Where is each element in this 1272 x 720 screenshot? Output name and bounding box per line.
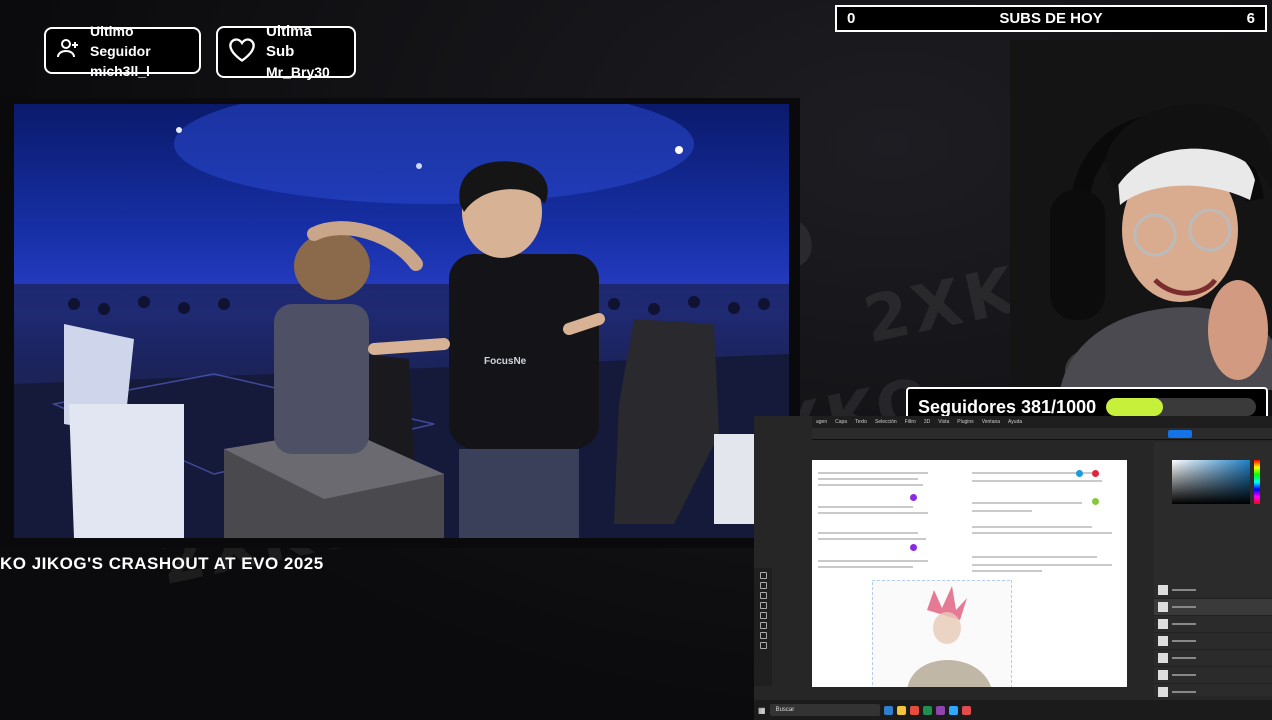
file-explorer-icon[interactable] bbox=[896, 705, 906, 715]
last-follower-name: mich3ll_l bbox=[90, 62, 150, 79]
share-button[interactable] bbox=[1168, 430, 1192, 438]
app-icon[interactable] bbox=[961, 705, 971, 715]
photoshop-menu-item[interactable]: Capa bbox=[835, 419, 847, 425]
photoshop-menu-item[interactable]: 3D bbox=[924, 419, 930, 425]
video-frame: FocusNe bbox=[0, 98, 800, 548]
main-video: FocusNe bbox=[14, 104, 789, 538]
button-indicator-icon bbox=[1076, 470, 1083, 477]
last-follower-label: Ultimo Seguidor bbox=[90, 22, 151, 59]
windows-taskbar: ▦ Buscar bbox=[754, 700, 1272, 720]
hue-slider[interactable] bbox=[1254, 460, 1260, 504]
last-sub-panel: Ultima Sub Mr_Bry30 bbox=[216, 23, 356, 80]
layer-row[interactable] bbox=[1154, 582, 1272, 599]
heart-icon bbox=[228, 37, 256, 68]
photoshop-menu-item[interactable]: Filtro bbox=[905, 419, 916, 425]
app-icon[interactable] bbox=[909, 705, 919, 715]
desktop-capture: agen Capa Texto Selección Filtro 3D Vista Plugi… bbox=[754, 416, 1272, 720]
photoshop-menu-item[interactable]: Ventana bbox=[982, 419, 1000, 425]
taskbar-search[interactable]: Buscar bbox=[769, 704, 880, 716]
photoshop-menu-item[interactable]: Texto bbox=[855, 419, 867, 425]
last-sub-name: Mr_Bry30 bbox=[266, 64, 330, 80]
webcam-feed bbox=[1010, 40, 1272, 390]
subs-today-goal: 6 bbox=[1246, 10, 1255, 27]
zoom-tool-icon[interactable] bbox=[759, 642, 767, 649]
layer-row[interactable] bbox=[1154, 599, 1272, 616]
layer-row[interactable] bbox=[1154, 684, 1272, 701]
photoshop-menu-item[interactable]: Selección bbox=[875, 419, 897, 425]
edge-icon[interactable] bbox=[883, 705, 893, 715]
photoshop-right-panels bbox=[1154, 442, 1272, 701]
text-tool-icon[interactable] bbox=[759, 632, 767, 639]
app-icon[interactable] bbox=[922, 705, 932, 715]
photoshop-menubar: agen Capa Texto Selección Filtro 3D Vista Plugi… bbox=[812, 416, 1272, 428]
followers-progress-track bbox=[1106, 398, 1256, 416]
photoshop-canvas[interactable] bbox=[812, 460, 1127, 687]
stream-overlay: 2XKO 2XKO 2XKO 2XKO 2XKO 2XKO 2XKO 2XKO … bbox=[0, 0, 1272, 720]
layer-row[interactable] bbox=[1154, 633, 1272, 650]
brush-tool-icon[interactable] bbox=[759, 612, 767, 619]
button-indicator-icon bbox=[910, 494, 917, 501]
subs-today-bar: 0 SUBS DE HOY 6 bbox=[835, 5, 1267, 32]
discord-icon[interactable] bbox=[935, 705, 945, 715]
layers-list bbox=[1154, 582, 1272, 701]
move-tool-icon[interactable] bbox=[759, 572, 767, 579]
last-sub-label: Ultima Sub bbox=[266, 23, 312, 60]
photoshop-menu-item[interactable]: agen bbox=[816, 419, 827, 425]
character-artwork bbox=[872, 580, 1012, 687]
svg-text:FocusNe: FocusNe bbox=[484, 356, 527, 367]
photoshop-menu-item[interactable]: Ayuda bbox=[1008, 419, 1022, 425]
followers-goal-label: Seguidores 381/1000 bbox=[918, 396, 1097, 417]
photoshop-toolbox bbox=[754, 568, 772, 686]
photoshop-icon[interactable] bbox=[948, 705, 958, 715]
button-indicator-icon bbox=[910, 544, 917, 551]
photoshop-options-bar bbox=[812, 428, 1272, 440]
layer-row[interactable] bbox=[1154, 616, 1272, 633]
crop-tool-icon[interactable] bbox=[759, 602, 767, 609]
layer-row[interactable] bbox=[1154, 667, 1272, 684]
button-indicator-icon bbox=[1092, 470, 1099, 477]
photoshop-menu-item[interactable]: Vista bbox=[938, 419, 949, 425]
photoshop-menu-item[interactable]: Plugins bbox=[957, 419, 973, 425]
layer-row[interactable] bbox=[1154, 650, 1272, 667]
eraser-tool-icon[interactable] bbox=[759, 622, 767, 629]
button-indicator-icon bbox=[1092, 498, 1099, 505]
marquee-tool-icon[interactable] bbox=[759, 582, 767, 589]
color-picker[interactable] bbox=[1172, 460, 1250, 504]
followers-progress-fill bbox=[1106, 398, 1164, 416]
headline-ticker-text: KO JIKOG'S CRASHOUT AT EVO 2025 bbox=[0, 554, 324, 573]
subs-today-title: SUBS DE HOY bbox=[999, 10, 1103, 27]
windows-start-icon[interactable]: ▦ bbox=[758, 706, 766, 715]
user-add-icon bbox=[56, 36, 80, 65]
last-follower-panel: Ultimo Seguidor mich3ll_l bbox=[44, 23, 201, 79]
subs-today-current: 0 bbox=[847, 10, 856, 27]
lasso-tool-icon[interactable] bbox=[759, 592, 767, 599]
headline-ticker: KO JIKOG'S CRASHOUT AT EVO 2025 bbox=[0, 554, 760, 574]
